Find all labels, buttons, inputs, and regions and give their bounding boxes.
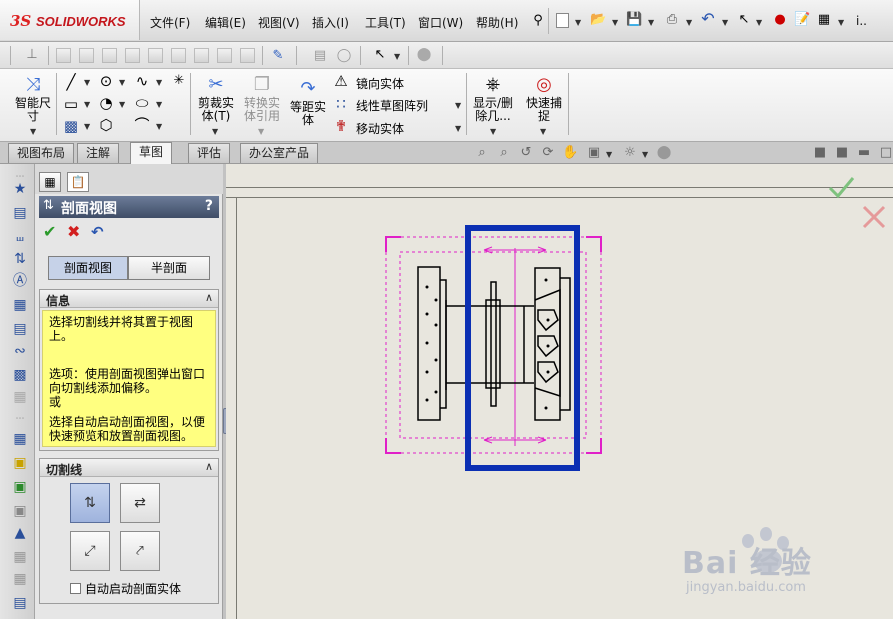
drawing-holes <box>425 278 550 410</box>
confirm-ok-icon[interactable] <box>828 177 855 199</box>
watermark-text: Bai 经验 <box>682 546 812 581</box>
drawing-view-part[interactable] <box>417 266 571 421</box>
watermark-url: jingyan.baidu.com <box>686 580 806 595</box>
confirm-cancel-icon[interactable] <box>862 205 886 229</box>
drawing-svg <box>385 177 886 573</box>
